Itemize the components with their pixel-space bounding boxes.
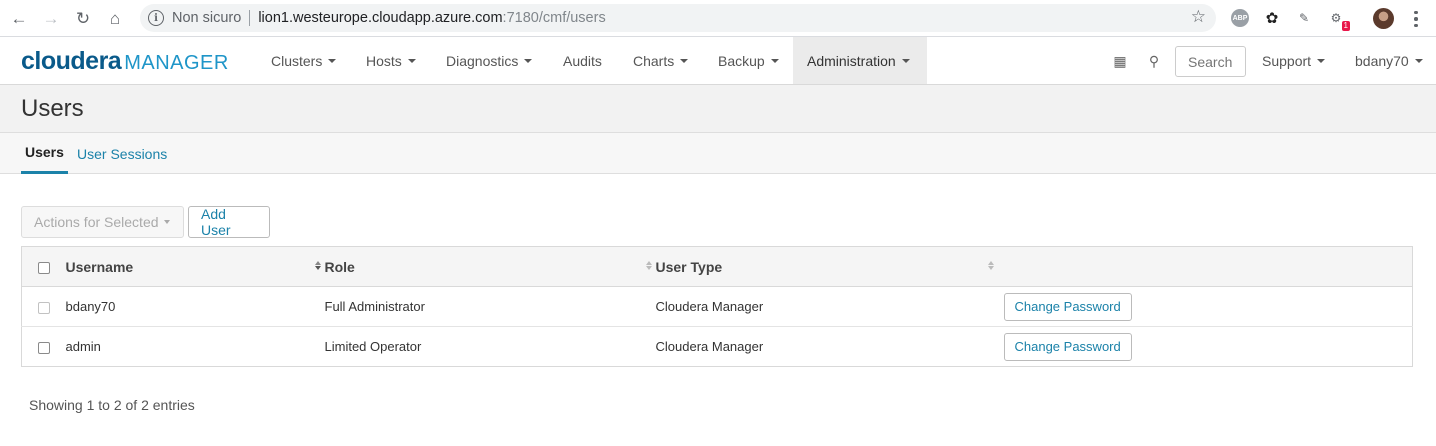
role-cell: Limited Operator	[324, 326, 656, 367]
extension-edit-icon[interactable]: ✎	[1294, 8, 1314, 28]
nav-clusters[interactable]: Clusters	[257, 37, 350, 84]
column-label: User Type	[655, 258, 723, 275]
page-title: Users	[21, 95, 84, 122]
nav-diagnostics[interactable]: Diagnostics	[432, 37, 546, 84]
extension-paw-icon[interactable]: ✿	[1262, 8, 1282, 28]
nav-backup[interactable]: Backup	[704, 37, 793, 84]
table-header-row: Username Role User Type	[21, 246, 1413, 287]
caret-down-icon	[770, 58, 779, 63]
users-table: Username Role User Type bdany70 Full Adm…	[21, 246, 1413, 367]
sort-icon[interactable]	[645, 261, 652, 270]
nav-label: Audits	[563, 52, 602, 69]
select-all-cell	[21, 246, 66, 287]
caret-down-icon	[901, 58, 910, 63]
tabs-bar: Users User Sessions	[0, 133, 1436, 174]
nav-hosts[interactable]: Hosts	[352, 37, 430, 84]
caret-down-icon	[680, 58, 689, 63]
actions-label: Actions for Selected	[34, 214, 159, 230]
gift-icon[interactable]: ▦	[1112, 53, 1128, 69]
actions-for-selected-button[interactable]: Actions for Selected	[21, 206, 184, 238]
username-cell: admin	[65, 326, 325, 367]
top-navbar: cloudera MANAGER Clusters Hosts Diagnosti…	[0, 37, 1436, 85]
logo-suffix: MANAGER	[124, 52, 229, 74]
add-user-button[interactable]: Add User	[188, 206, 270, 238]
column-label: Username	[65, 258, 134, 275]
username-cell: bdany70	[65, 286, 325, 327]
table-info: Showing 1 to 2 of 2 entries	[29, 397, 195, 413]
row-select-cell	[21, 326, 66, 367]
row-checkbox[interactable]	[37, 301, 50, 314]
nav-label: Charts	[633, 52, 675, 69]
back-arrow-icon[interactable]: ←	[8, 8, 30, 30]
actions-cell: Change Password	[997, 326, 1413, 367]
url-path: :7180/cmf/users	[502, 10, 606, 26]
actions-cell: Change Password	[997, 286, 1413, 327]
change-password-button[interactable]: Change Password	[1003, 292, 1132, 321]
user-type-cell: Cloudera Manager	[655, 286, 998, 327]
caret-down-icon	[1414, 58, 1423, 63]
nav-label: Backup	[718, 52, 765, 69]
column-header-actions	[997, 246, 1413, 287]
column-header-user-type[interactable]: User Type	[655, 246, 998, 287]
nav-label: Diagnostics	[446, 52, 519, 69]
address-separator	[249, 10, 251, 26]
role-cell: Full Administrator	[324, 286, 656, 327]
column-header-username[interactable]: Username	[65, 246, 325, 287]
sort-icon[interactable]	[314, 261, 321, 270]
tab-users[interactable]: Users	[21, 133, 68, 174]
nav-label: Support	[1262, 52, 1312, 69]
nav-label: Hosts	[366, 52, 402, 69]
user-type-cell: Cloudera Manager	[655, 326, 998, 367]
table-row: admin Limited Operator Cloudera Manager …	[21, 326, 1413, 367]
table-row: bdany70 Full Administrator Cloudera Mana…	[21, 286, 1413, 327]
caret-down-icon	[163, 220, 170, 224]
reload-icon[interactable]: ↻	[72, 8, 94, 30]
nav-support[interactable]: Support	[1248, 37, 1339, 84]
caret-down-icon	[1317, 58, 1326, 63]
info-icon[interactable]: i	[148, 10, 164, 26]
browser-toolbar: ← → ↻ ⌂ i Non sicuro lion1.westeurope.cl…	[0, 0, 1436, 37]
column-label: Role	[324, 258, 355, 275]
change-password-button[interactable]: Change Password	[1003, 332, 1132, 361]
nav-audits[interactable]: Audits	[549, 37, 616, 84]
nav-charts[interactable]: Charts	[619, 37, 702, 84]
forward-arrow-icon[interactable]: →	[40, 8, 62, 30]
nav-label: Administration	[807, 52, 896, 69]
extension-notify-icon[interactable]: ⚙ 1	[1326, 8, 1350, 31]
cloudera-logo[interactable]: cloudera MANAGER	[21, 48, 229, 76]
nav-user-menu[interactable]: bdany70	[1341, 37, 1436, 84]
nav-administration[interactable]: Administration	[793, 37, 927, 84]
security-label: Non sicuro	[172, 10, 242, 26]
caret-down-icon	[328, 58, 337, 63]
select-all-checkbox[interactable]	[37, 261, 50, 274]
url-host: lion1.westeurope.cloudapp.azure.com	[258, 10, 503, 26]
sort-icon[interactable]	[987, 261, 994, 270]
address-bar[interactable]: i Non sicuro lion1.westeurope.cloudapp.a…	[140, 4, 1216, 32]
commands-icon[interactable]: ⚲	[1146, 53, 1162, 69]
extension-badge: 1	[1341, 21, 1350, 31]
browser-menu-icon[interactable]	[1408, 8, 1424, 30]
nav-label: bdany70	[1355, 52, 1409, 69]
profile-avatar[interactable]	[1373, 8, 1394, 29]
page-header: Users	[0, 85, 1436, 133]
home-icon[interactable]: ⌂	[104, 8, 126, 30]
adblock-icon[interactable]: ABP	[1231, 9, 1249, 27]
column-header-role[interactable]: Role	[324, 246, 656, 287]
bookmark-star-icon[interactable]: ☆	[1191, 7, 1206, 27]
caret-down-icon	[524, 58, 533, 63]
row-select-cell	[21, 286, 66, 327]
tab-user-sessions[interactable]: User Sessions	[73, 133, 171, 174]
caret-down-icon	[407, 58, 416, 63]
search-input[interactable]	[1175, 46, 1246, 77]
row-checkbox[interactable]	[37, 341, 50, 354]
nav-label: Clusters	[271, 52, 323, 69]
logo-text: cloudera	[21, 47, 122, 75]
